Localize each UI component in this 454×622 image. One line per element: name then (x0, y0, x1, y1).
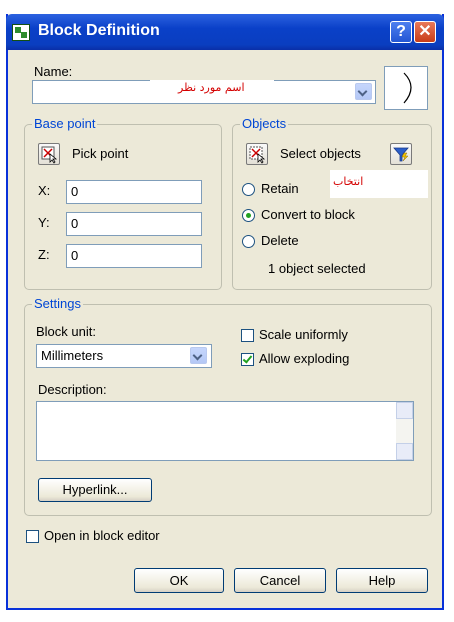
x-input[interactable]: 0 (66, 180, 202, 204)
block-unit-select[interactable]: Millimeters (36, 344, 212, 368)
select-objects-icon (249, 146, 266, 164)
scale-uniformly-checkbox[interactable] (241, 329, 254, 342)
quick-select-button[interactable] (390, 143, 412, 165)
scroll-up-arrow-icon[interactable] (396, 402, 413, 419)
open-in-block-editor-checkbox[interactable] (26, 530, 39, 543)
select-objects-label: Select objects (280, 146, 361, 161)
scroll-down-arrow-icon[interactable] (396, 443, 413, 460)
block-unit-dropdown-button[interactable] (190, 347, 207, 364)
convert-to-block-radio[interactable] (242, 209, 255, 222)
retain-radio[interactable] (242, 183, 255, 196)
delete-label: Delete (261, 233, 299, 248)
allow-exploding-checkbox[interactable] (241, 353, 254, 366)
objects-title: Objects (240, 116, 289, 131)
pick-point-button[interactable] (38, 143, 60, 165)
base-point-title: Base point (32, 116, 98, 131)
description-textarea[interactable] (36, 401, 414, 461)
y-input[interactable]: 0 (66, 212, 202, 236)
pick-point-icon (41, 146, 58, 164)
y-label: Y: (38, 215, 50, 230)
select-objects-button[interactable] (246, 143, 268, 165)
hyperlink-button[interactable]: Hyperlink... (38, 478, 152, 502)
ok-button[interactable]: OK (134, 568, 224, 593)
block-preview (384, 66, 428, 110)
name-annotation: اسم مورد نظر (178, 81, 245, 94)
retain-label: Retain (261, 181, 299, 196)
pick-point-label: Pick point (72, 146, 129, 161)
title-help-button[interactable]: ? (390, 21, 412, 43)
z-label: Z: (38, 247, 50, 262)
title-bar[interactable]: Block Definition ? ✕ (6, 14, 444, 50)
description-scrollbar[interactable] (396, 402, 413, 460)
window-title: Block Definition (38, 22, 160, 39)
block-app-icon (12, 24, 30, 41)
name-dropdown-button[interactable] (355, 83, 372, 100)
settings-title: Settings (32, 296, 83, 311)
block-unit-label: Block unit: (36, 324, 96, 339)
objects-annotation: انتخاب (333, 175, 364, 188)
help-button[interactable]: Help (336, 568, 428, 593)
scale-uniformly-label: Scale uniformly (259, 327, 348, 342)
x-label: X: (38, 183, 51, 198)
cancel-button[interactable]: Cancel (234, 568, 326, 593)
name-label: Name: (34, 64, 73, 79)
selection-status: 1 object selected (268, 261, 366, 276)
allow-exploding-label: Allow exploding (259, 351, 350, 366)
title-close-button[interactable]: ✕ (414, 21, 436, 43)
z-input[interactable]: 0 (66, 244, 202, 268)
quick-select-filter-icon (393, 147, 409, 162)
open-in-block-editor-label: Open in block editor (44, 528, 160, 543)
description-label: Description: (38, 382, 107, 397)
delete-radio[interactable] (242, 235, 255, 248)
convert-to-block-label: Convert to block (261, 207, 355, 222)
arc-preview-icon (403, 72, 412, 104)
